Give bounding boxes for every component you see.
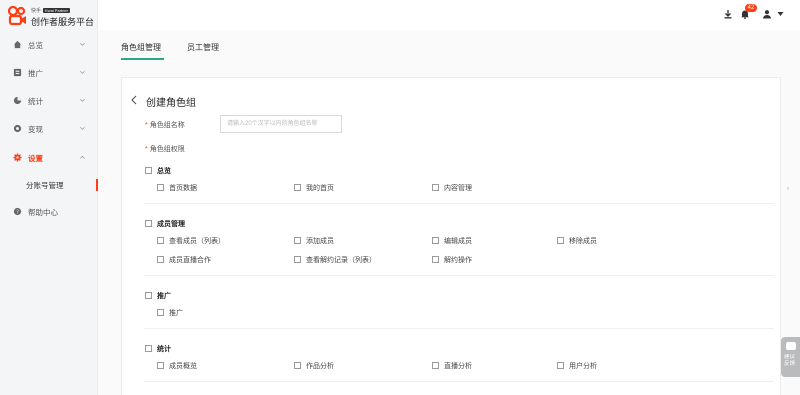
permission-item-label: 我的首页 (306, 185, 334, 192)
sidebar-item-label: 帮助中心 (28, 208, 58, 217)
required-mark: * (145, 122, 148, 129)
sidebar: 快手 Kwai Partner 创作者服务平台 总览 推广 统计 变现 设置 分账… (0, 0, 98, 395)
chevron-down-icon (80, 42, 85, 46)
sidebar-item-label: 推广 (28, 69, 43, 78)
sidebar-item-label: 变现 (28, 125, 43, 134)
checkbox[interactable] (432, 362, 439, 369)
kuaishou-logo-icon (8, 6, 26, 26)
stats-icon (13, 96, 22, 105)
chevron-up-icon (80, 155, 85, 159)
top-bar (98, 0, 800, 30)
brand-title: 创作者服务平台 (31, 17, 95, 27)
group-checkbox-promotion[interactable] (145, 292, 152, 299)
group-divider (144, 203, 774, 204)
monetize-icon (13, 124, 22, 133)
feedback-label: 建议反馈 (784, 354, 796, 367)
svg-text:?: ? (16, 210, 19, 216)
user-icon[interactable] (762, 9, 772, 19)
permission-item-label: 移除成员 (569, 238, 597, 245)
chat-bubble-icon (786, 342, 796, 350)
group-divider (144, 275, 774, 276)
page-title: 创建角色组 (146, 98, 196, 109)
brand-badge: Kwai Partner (43, 8, 70, 13)
sidebar-item-label: 设置 (28, 154, 43, 163)
tab-staff[interactable]: 员工管理 (187, 42, 219, 53)
active-tab-indicator (121, 58, 164, 60)
sidebar-item-settings[interactable]: 设置 (0, 150, 98, 166)
promotion-icon (13, 68, 22, 77)
permission-item-label: 成员概览 (169, 363, 197, 370)
group-checkbox-members[interactable] (145, 220, 152, 227)
scroll-arrow-icon: › (787, 186, 789, 192)
download-icon[interactable] (723, 9, 733, 19)
brand-small-text: 快手 Kwai Partner (31, 7, 70, 14)
caret-down-icon[interactable] (777, 11, 784, 17)
permission-item-label: 查看解约记录（列表） (306, 257, 376, 264)
permission-item-label: 查看成员（列表） (169, 238, 225, 245)
brand-name: 快手 (31, 8, 42, 14)
group-label-members: 成员管理 (157, 221, 185, 228)
group-divider (144, 381, 774, 382)
permission-item-label: 解约操作 (444, 257, 472, 264)
checkbox[interactable] (432, 184, 439, 191)
gear-icon (13, 153, 22, 162)
sidebar-subitem-label: 分账号管理 (26, 181, 64, 190)
permission-item-label: 推广 (169, 310, 183, 317)
checkbox[interactable] (557, 237, 564, 244)
permission-item-label: 添加成员 (306, 238, 334, 245)
chevron-down-icon (80, 98, 85, 102)
permission-item-label: 直播分析 (444, 363, 472, 370)
role-name-label: * 角色组名称 (145, 120, 185, 130)
permission-item-label: 用户分析 (569, 363, 597, 370)
chevron-down-icon (80, 70, 85, 74)
group-label-stats: 统计 (157, 346, 171, 353)
group-checkbox-stats[interactable] (145, 345, 152, 352)
sidebar-item-label: 统计 (28, 97, 43, 106)
required-mark: * (145, 146, 148, 153)
group-divider (144, 328, 774, 329)
permission-item-label: 内容管理 (444, 185, 472, 192)
permission-item-label: 成员直播合作 (169, 257, 211, 264)
role-name-label-text: 角色组名称 (149, 122, 185, 129)
chevron-down-icon (80, 126, 85, 130)
sidebar-item-stats[interactable]: 统计 (0, 93, 98, 109)
checkbox[interactable] (157, 362, 164, 369)
checkbox[interactable] (557, 362, 564, 369)
permission-item-label: 首页数据 (169, 185, 197, 192)
home-icon (13, 40, 22, 49)
sidebar-item-promotion[interactable]: 推广 (0, 65, 98, 81)
brand-logo[interactable]: 快手 Kwai Partner 创作者服务平台 (8, 4, 96, 30)
main-content: 角色组管理 员工管理 创建角色组 *角色组名称 *角色组权限 总览 首页数据 我… (98, 30, 800, 395)
checkbox[interactable] (157, 237, 164, 244)
sidebar-item-help[interactable]: ? 帮助中心 (0, 204, 98, 220)
checkbox[interactable] (157, 184, 164, 191)
group-label-promotion: 推广 (157, 293, 171, 300)
help-icon: ? (13, 207, 22, 216)
create-role-group-card: 创建角色组 *角色组名称 *角色组权限 总览 首页数据 我的首页 内容管理 成员… (121, 77, 781, 395)
checkbox[interactable] (294, 256, 301, 263)
checkbox[interactable] (432, 256, 439, 263)
checkbox[interactable] (294, 237, 301, 244)
sidebar-item-monetize[interactable]: 变现 (0, 121, 98, 137)
checkbox[interactable] (157, 256, 164, 263)
tab-role-groups[interactable]: 角色组管理 (121, 42, 161, 53)
checkbox[interactable] (294, 184, 301, 191)
group-label-overview: 总览 (157, 168, 171, 175)
sidebar-item-label: 总览 (28, 41, 43, 50)
group-checkbox-overview[interactable] (145, 167, 152, 174)
sidebar-subitem-sub-accounts[interactable]: 分账号管理 (0, 177, 98, 193)
permission-label-text: 角色组权限 (149, 146, 185, 153)
notification-badge: 42 (745, 4, 757, 12)
sidebar-item-overview[interactable]: 总览 (0, 37, 98, 53)
checkbox[interactable] (432, 237, 439, 244)
permission-item-label: 作品分析 (306, 363, 334, 370)
role-name-input[interactable] (220, 115, 342, 133)
tab-bar: 角色组管理 员工管理 (98, 30, 800, 68)
checkbox[interactable] (157, 309, 164, 316)
permission-item-label: 编辑成员 (444, 238, 472, 245)
back-arrow-icon[interactable] (130, 95, 138, 105)
permission-label: * 角色组权限 (145, 144, 185, 154)
feedback-float-button[interactable]: 建议反馈 (781, 337, 800, 377)
checkbox[interactable] (294, 362, 301, 369)
